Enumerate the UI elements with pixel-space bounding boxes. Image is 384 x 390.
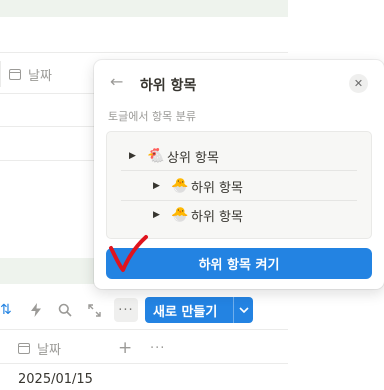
date-column-header[interactable]: 날짜 <box>0 61 52 87</box>
toggle-arrow-icon: ▶ <box>129 151 136 161</box>
search-icon[interactable] <box>58 298 72 322</box>
divider <box>121 170 357 171</box>
background-row-highlight <box>0 0 288 17</box>
expand-icon[interactable] <box>88 298 101 322</box>
chick-icon: 🐣 <box>171 207 189 223</box>
tree-item-parent: ▶ 🐔 상위 항목 <box>129 145 219 167</box>
divider <box>121 200 357 201</box>
column-separator <box>0 61 1 87</box>
new-button-label: 새로 만들기 <box>153 304 218 320</box>
database-toolbar: ⇅ ··· 새로 만들기 <box>0 295 288 325</box>
tree-item-child: ▶ 🐣 하위 항목 <box>153 204 243 226</box>
chevron-down-icon[interactable] <box>234 307 253 313</box>
close-icon[interactable]: ✕ <box>349 74 368 93</box>
toggle-arrow-icon: ▶ <box>153 210 160 220</box>
calendar-icon <box>9 68 21 80</box>
toggle-arrow-icon: ▶ <box>153 181 160 191</box>
tree-item-label: 하위 항목 <box>191 209 243 225</box>
sort-icon[interactable]: ⇅ <box>0 298 12 322</box>
add-property-button[interactable]: + <box>118 338 132 358</box>
popup-header: ← 하위 항목 ✕ <box>94 72 384 96</box>
chick-icon: 🐣 <box>171 178 189 194</box>
divider <box>0 363 288 364</box>
calendar-icon <box>18 342 30 354</box>
divider <box>0 329 288 330</box>
new-button[interactable]: 새로 만들기 <box>145 297 253 323</box>
chicken-icon: 🐔 <box>147 148 165 164</box>
checkmark-annotation-icon <box>109 235 148 272</box>
date-column-header[interactable]: 날짜 <box>0 338 61 358</box>
popup-subtitle: 토글에서 항목 분류 <box>108 110 196 123</box>
more-icon[interactable]: ··· <box>150 341 165 356</box>
divider <box>0 52 288 53</box>
tree-item-child: ▶ 🐣 하위 항목 <box>153 175 243 197</box>
date-column-header-bottom: 날짜 + ··· <box>0 335 288 361</box>
lightning-icon[interactable] <box>30 298 42 322</box>
back-arrow-icon[interactable]: ← <box>110 72 123 91</box>
popup-title: 하위 항목 <box>140 78 197 94</box>
more-icon[interactable]: ··· <box>114 298 138 322</box>
date-column-label: 날짜 <box>28 68 52 84</box>
sub-items-preview: ▶ 🐔 상위 항목 ▶ 🐣 하위 항목 ▶ 🐣 하위 항목 <box>106 131 372 239</box>
date-column-label: 날짜 <box>37 342 61 358</box>
tree-item-label: 하위 항목 <box>191 180 243 196</box>
tree-item-label: 상위 항목 <box>167 150 219 166</box>
date-cell[interactable]: 2025/01/15 <box>18 372 93 387</box>
